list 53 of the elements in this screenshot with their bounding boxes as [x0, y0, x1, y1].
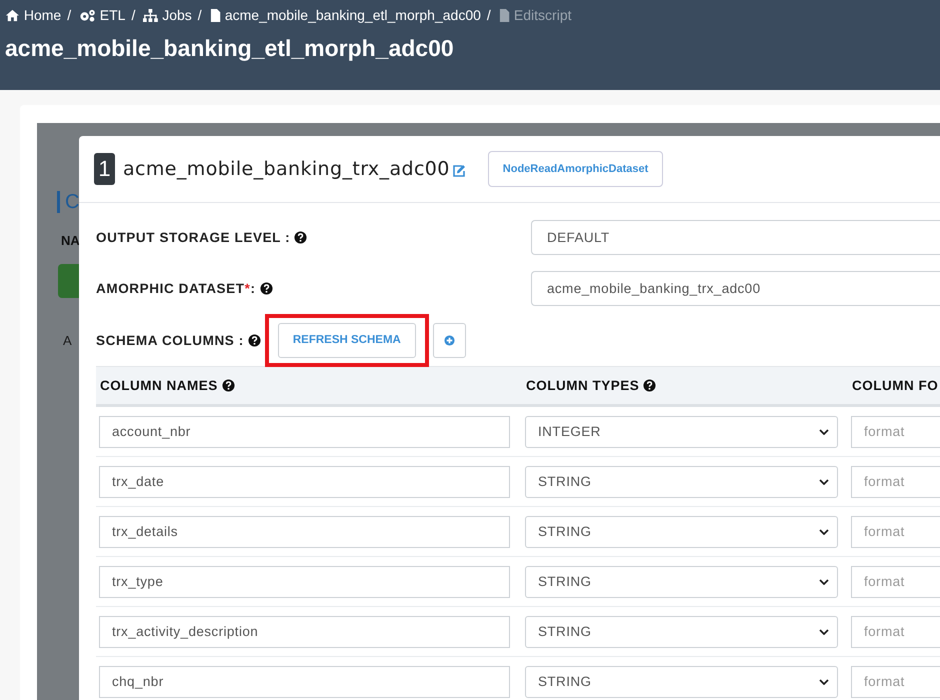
- field-label: OUTPUT STORAGE LEVEL :: [96, 230, 290, 245]
- breadcrumb-link[interactable]: Home: [5, 7, 62, 23]
- breadcrumb-separator: /: [198, 7, 202, 23]
- text-field[interactable]: DEFAULT: [531, 220, 940, 255]
- help-icon: [643, 379, 656, 392]
- hierarchy-icon: [143, 8, 158, 22]
- node-number-badge: 1: [94, 153, 115, 185]
- chevron-down-icon: [819, 478, 829, 484]
- breadcrumb-link[interactable]: Editscript: [498, 7, 572, 23]
- field-label: SCHEMA COLUMNS :: [96, 332, 244, 348]
- chevron-down-icon: [819, 628, 829, 634]
- column-type-select[interactable]: INTEGER: [525, 416, 838, 448]
- field-label: AMORPHIC DATASET*:: [96, 281, 256, 296]
- plus-circle-icon: [444, 334, 455, 346]
- add-column-button[interactable]: [432, 322, 466, 358]
- column-name-field[interactable]: trx_activity_description: [99, 616, 510, 648]
- gears-icon: [79, 8, 96, 22]
- column-header: COLUMN FO: [852, 378, 938, 393]
- file-icon: [210, 8, 221, 22]
- help-icon: [248, 334, 261, 346]
- home-icon: [5, 8, 20, 22]
- column-header: COLUMN TYPES: [526, 378, 640, 393]
- file-icon: [498, 8, 510, 22]
- breadcrumb-link[interactable]: Jobs: [143, 7, 192, 23]
- help-icon: [294, 231, 308, 244]
- column-name-field[interactable]: trx_type: [99, 566, 510, 598]
- column-type-select[interactable]: STRING: [525, 466, 838, 498]
- chevron-down-icon: [819, 428, 829, 434]
- edit-icon[interactable]: [452, 164, 466, 178]
- backdrop-text: A: [63, 333, 73, 348]
- breadcrumb-link[interactable]: ETL: [79, 7, 126, 23]
- column-type-select[interactable]: STRING: [525, 516, 838, 548]
- breadcrumb-separator: /: [67, 7, 72, 23]
- breadcrumb-separator: /: [131, 7, 136, 23]
- chevron-down-icon: [819, 528, 829, 534]
- breadcrumb-separator: /: [486, 7, 491, 23]
- help-icon: [222, 379, 235, 392]
- help-icon: [260, 282, 273, 295]
- column-name-field[interactable]: trx_date: [99, 466, 510, 498]
- node-title: acme_mobile_banking_trx_adc00: [123, 158, 450, 180]
- backdrop-label: NA: [61, 233, 79, 248]
- column-name-field[interactable]: trx_details: [99, 516, 510, 548]
- column-name-field[interactable]: account_nbr: [99, 416, 510, 448]
- column-type-select[interactable]: STRING: [525, 616, 838, 648]
- column-type-select[interactable]: STRING: [525, 666, 838, 698]
- column-type-select[interactable]: STRING: [525, 566, 838, 598]
- breadcrumb-link[interactable]: acme_mobile_banking_etl_morph_adc00: [210, 7, 481, 23]
- column-name-field[interactable]: chq_nbr: [99, 666, 510, 698]
- chevron-down-icon: [819, 578, 829, 584]
- column-header: COLUMN NAMES: [100, 378, 218, 393]
- page-title: acme_mobile_banking_etl_morph_adc00: [5, 35, 455, 62]
- text-field[interactable]: acme_mobile_banking_trx_adc00: [531, 271, 940, 306]
- chevron-down-icon: [819, 678, 829, 684]
